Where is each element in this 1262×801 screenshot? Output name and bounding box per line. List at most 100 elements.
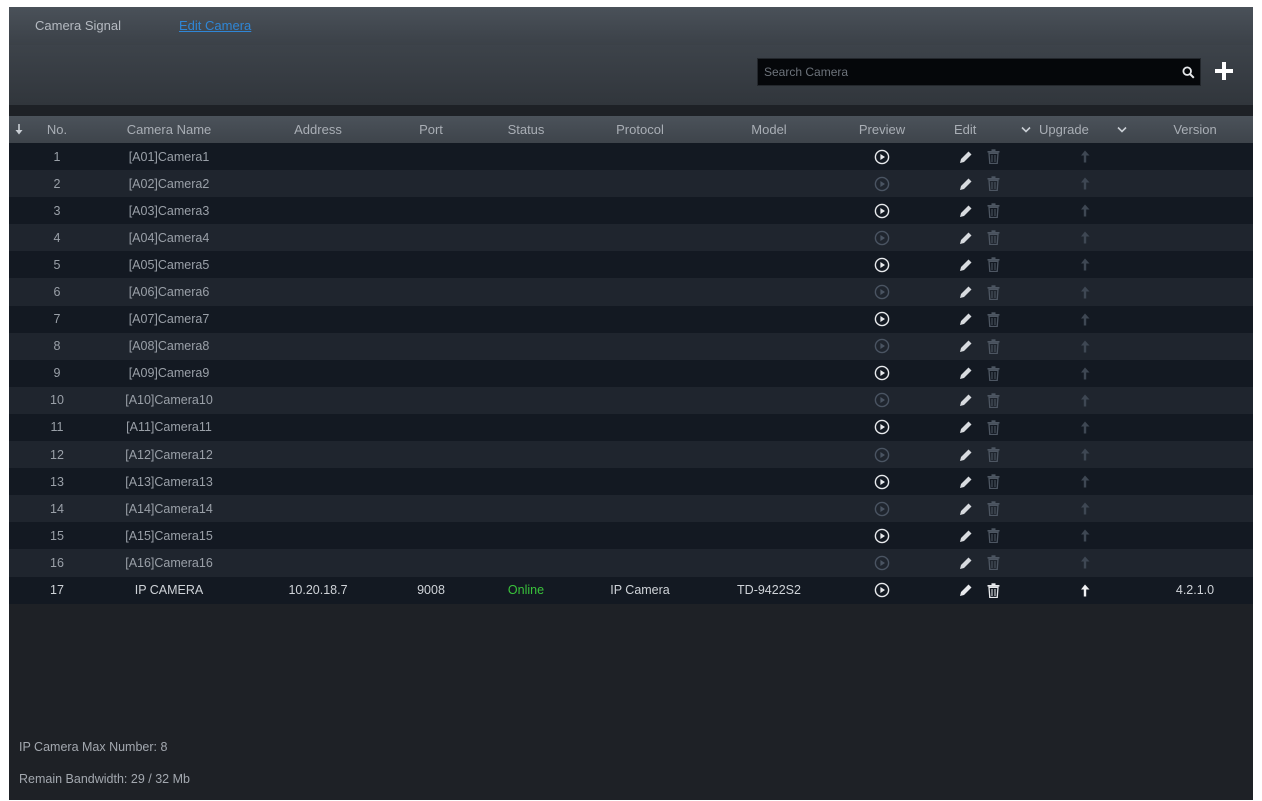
pencil-icon[interactable]: [959, 475, 973, 489]
play-circle-icon[interactable]: [874, 528, 890, 544]
column-header-no[interactable]: No.: [27, 116, 87, 143]
pencil-icon[interactable]: [959, 285, 973, 299]
trash-icon[interactable]: [987, 555, 1000, 571]
upload-arrow-icon[interactable]: [1080, 448, 1090, 461]
pencil-icon[interactable]: [959, 448, 973, 462]
pencil-icon[interactable]: [959, 258, 973, 272]
table-row[interactable]: 6 [A06]Camera6: [9, 278, 1253, 306]
trash-icon[interactable]: [987, 474, 1000, 490]
upload-arrow-icon[interactable]: [1080, 502, 1090, 515]
search-camera-input[interactable]: [758, 59, 1176, 85]
play-circle-icon[interactable]: [874, 203, 890, 219]
trash-icon[interactable]: [987, 582, 1000, 598]
trash-icon[interactable]: [987, 311, 1000, 327]
tab-edit-camera[interactable]: Edit Camera: [179, 16, 251, 36]
play-circle-icon[interactable]: [874, 176, 890, 192]
upload-arrow-icon[interactable]: [1080, 204, 1090, 217]
pencil-icon[interactable]: [959, 502, 973, 516]
trash-icon[interactable]: [987, 176, 1000, 192]
pencil-icon[interactable]: [959, 393, 973, 407]
play-circle-icon[interactable]: [874, 392, 890, 408]
play-circle-icon[interactable]: [874, 365, 890, 381]
table-row[interactable]: 5 [A05]Camera5: [9, 251, 1253, 279]
table-row[interactable]: 7 [A07]Camera7: [9, 305, 1253, 333]
play-circle-icon[interactable]: [874, 338, 890, 354]
pencil-icon[interactable]: [959, 312, 973, 326]
upload-arrow-icon[interactable]: [1080, 286, 1090, 299]
play-circle-icon[interactable]: [874, 311, 890, 327]
edit-dropdown-chevron-down-icon[interactable]: [1019, 116, 1033, 143]
table-row[interactable]: 13 [A13]Camera13: [9, 468, 1253, 496]
column-header-protocol[interactable]: Protocol: [599, 116, 681, 143]
table-row[interactable]: 14 [A14]Camera14: [9, 495, 1253, 523]
trash-icon[interactable]: [987, 447, 1000, 463]
sort-down-arrow-icon[interactable]: [13, 116, 25, 143]
pencil-icon[interactable]: [959, 529, 973, 543]
table-row[interactable]: 8 [A08]Camera8: [9, 332, 1253, 360]
upload-arrow-icon[interactable]: [1080, 340, 1090, 353]
play-circle-icon[interactable]: [874, 230, 890, 246]
table-row[interactable]: 2 [A02]Camera2: [9, 170, 1253, 198]
upload-arrow-icon[interactable]: [1080, 475, 1090, 488]
trash-icon[interactable]: [987, 284, 1000, 300]
pencil-icon[interactable]: [959, 231, 973, 245]
trash-icon[interactable]: [987, 257, 1000, 273]
table-row[interactable]: 11 [A11]Camera11: [9, 413, 1253, 442]
trash-icon[interactable]: [987, 501, 1000, 517]
pencil-icon[interactable]: [959, 177, 973, 191]
table-row[interactable]: 10 [A10]Camera10: [9, 386, 1253, 414]
upload-arrow-icon[interactable]: [1080, 584, 1090, 597]
play-circle-icon[interactable]: [874, 149, 890, 165]
table-row[interactable]: 4 [A04]Camera4: [9, 224, 1253, 252]
trash-icon[interactable]: [987, 366, 1000, 381]
trash-icon[interactable]: [987, 149, 1000, 165]
pencil-icon[interactable]: [959, 150, 973, 164]
trash-icon[interactable]: [987, 393, 1000, 409]
play-circle-icon[interactable]: [874, 501, 890, 517]
column-header-camera-name[interactable]: Camera Name: [109, 116, 229, 143]
table-row[interactable]: 15 [A15]Camera15: [9, 522, 1253, 550]
upload-arrow-icon[interactable]: [1080, 150, 1090, 163]
upload-arrow-icon[interactable]: [1080, 258, 1090, 271]
pencil-icon[interactable]: [959, 366, 973, 380]
column-header-model[interactable]: Model: [717, 116, 821, 143]
table-row[interactable]: 3 [A03]Camera3: [9, 197, 1253, 225]
table-row[interactable]: 9 [A09]Camera9: [9, 359, 1253, 387]
trash-icon[interactable]: [987, 528, 1000, 544]
play-circle-icon[interactable]: [874, 284, 890, 300]
upload-arrow-icon[interactable]: [1080, 177, 1090, 190]
column-header-status[interactable]: Status: [495, 116, 557, 143]
trash-icon[interactable]: [987, 230, 1000, 246]
trash-icon[interactable]: [987, 203, 1000, 219]
play-circle-icon[interactable]: [874, 257, 890, 273]
pencil-icon[interactable]: [959, 339, 973, 353]
table-row[interactable]: 1 [A01]Camera1: [9, 143, 1253, 171]
column-header-port[interactable]: Port: [409, 116, 453, 143]
play-circle-icon[interactable]: [874, 555, 890, 571]
play-circle-icon[interactable]: [874, 447, 890, 463]
upload-arrow-icon[interactable]: [1080, 529, 1090, 542]
tab-camera-signal[interactable]: Camera Signal: [35, 16, 121, 36]
add-camera-button[interactable]: [1209, 55, 1239, 87]
upload-arrow-icon[interactable]: [1080, 394, 1090, 407]
upload-arrow-icon[interactable]: [1080, 367, 1090, 380]
pencil-icon[interactable]: [959, 420, 973, 434]
play-circle-icon[interactable]: [874, 419, 890, 435]
trash-icon[interactable]: [987, 420, 1000, 436]
table-row[interactable]: 12 [A12]Camera12: [9, 441, 1253, 469]
upload-arrow-icon[interactable]: [1080, 556, 1090, 569]
pencil-icon[interactable]: [959, 556, 973, 570]
play-circle-icon[interactable]: [874, 474, 890, 490]
pencil-icon[interactable]: [959, 204, 973, 218]
search-icon[interactable]: [1176, 60, 1200, 84]
table-row[interactable]: 17 IP CAMERA 10.20.18.7 9008 Online IP Camera…: [9, 576, 1253, 604]
upgrade-dropdown-chevron-down-icon[interactable]: [1115, 116, 1129, 143]
upload-arrow-icon[interactable]: [1080, 231, 1090, 244]
upload-arrow-icon[interactable]: [1080, 313, 1090, 326]
pencil-icon[interactable]: [959, 583, 973, 597]
upload-arrow-icon[interactable]: [1080, 421, 1090, 434]
play-circle-icon[interactable]: [874, 582, 890, 598]
column-header-address[interactable]: Address: [273, 116, 363, 143]
trash-icon[interactable]: [987, 339, 1000, 354]
table-row[interactable]: 16 [A16]Camera16: [9, 549, 1253, 577]
